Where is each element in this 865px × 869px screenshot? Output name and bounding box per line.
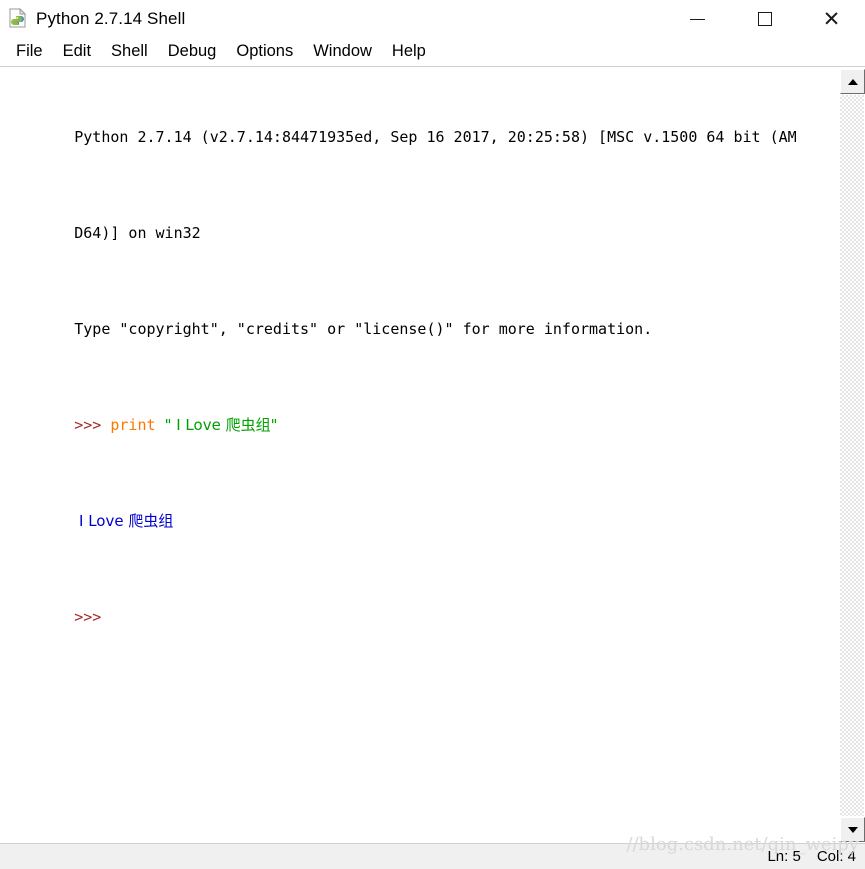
menu-item-file[interactable]: File xyxy=(7,40,52,64)
input-space-2 xyxy=(156,416,165,434)
python-shell-window: Python 2.7.14 Shell ✕ File Edit Shell De… xyxy=(0,0,865,869)
banner-text-3: Type "copyright", "credits" or "license(… xyxy=(74,319,653,338)
minimize-icon xyxy=(690,18,705,20)
menu-item-window[interactable]: Window xyxy=(304,40,381,64)
window-controls: ✕ xyxy=(664,0,865,38)
menu-item-debug[interactable]: Debug xyxy=(159,40,226,64)
window-title: Python 2.7.14 Shell xyxy=(36,9,186,28)
minimize-button[interactable] xyxy=(664,0,731,38)
status-column-number: Col: 4 xyxy=(816,848,856,865)
prompt-marker-last: >>> xyxy=(74,607,102,626)
menu-bar: File Edit Shell Debug Options Window Hel… xyxy=(0,38,865,67)
close-button[interactable]: ✕ xyxy=(798,0,865,38)
close-icon: ✕ xyxy=(822,6,841,31)
menu-item-help[interactable]: Help xyxy=(383,40,435,64)
menu-item-options[interactable]: Options xyxy=(227,40,302,64)
maximize-icon xyxy=(757,12,772,26)
banner-text-2: D64)] on win32 xyxy=(74,223,201,242)
input-string-literal: " I Love 爬虫组" xyxy=(164,415,278,434)
scroll-down-icon xyxy=(847,826,858,833)
status-bar: Ln: 5 Col: 4 xyxy=(0,843,865,869)
title-bar: Python 2.7.14 Shell ✕ xyxy=(0,0,865,38)
console-line-banner-3: Type "copyright", "credits" or "license(… xyxy=(2,300,838,358)
console-line-output: I Love 爬虫组 xyxy=(2,492,838,550)
keyword-print: print xyxy=(110,415,156,434)
banner-text-1: Python 2.7.14 (v2.7.14:84471935ed, Sep 1… xyxy=(74,127,797,146)
console-line-banner-1: Python 2.7.14 (v2.7.14:84471935ed, Sep 1… xyxy=(2,108,838,166)
scrollbar-trough[interactable] xyxy=(840,95,864,816)
status-line-number: Ln: 5 xyxy=(767,848,801,865)
menu-item-edit[interactable]: Edit xyxy=(54,40,100,64)
shell-main-area: Python 2.7.14 (v2.7.14:84471935ed, Sep 1… xyxy=(0,67,865,843)
console-line-banner-2: D64)] on win32 xyxy=(2,204,838,262)
scroll-up-button[interactable] xyxy=(840,69,865,94)
shell-text-area[interactable]: Python 2.7.14 (v2.7.14:84471935ed, Sep 1… xyxy=(0,68,838,843)
maximize-button[interactable] xyxy=(731,0,798,38)
vertical-scrollbar[interactable] xyxy=(838,68,865,843)
scroll-up-icon xyxy=(847,78,858,85)
menu-item-shell[interactable]: Shell xyxy=(102,40,157,64)
console-line-last-prompt: >>> xyxy=(2,588,838,646)
python-file-icon xyxy=(7,7,29,29)
console-line-input: >>> print " I Love 爬虫组" xyxy=(2,396,838,454)
prompt-marker: >>> xyxy=(74,415,102,434)
scroll-down-button[interactable] xyxy=(840,817,865,842)
output-text: I Love 爬虫组 xyxy=(74,511,174,530)
